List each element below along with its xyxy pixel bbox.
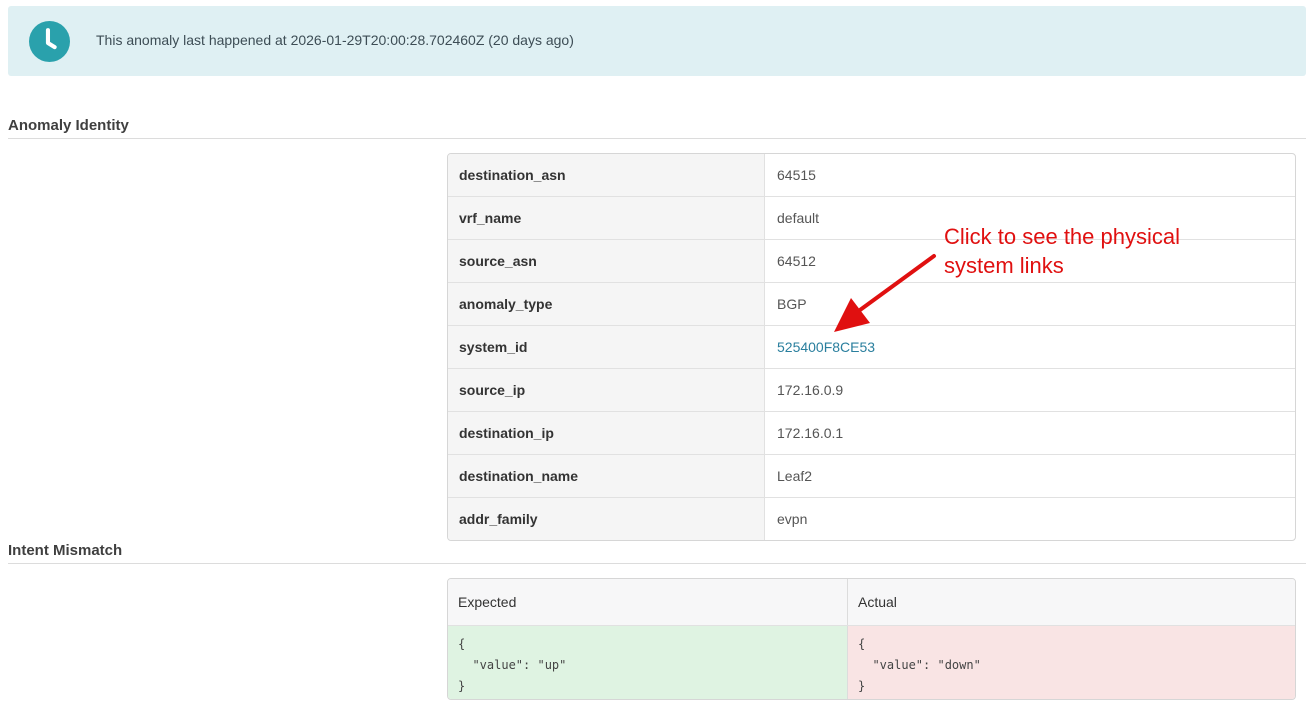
alert-text: This anomaly last happened at 2026-01-29…	[96, 32, 574, 48]
table-row: destination_asn 64515	[448, 154, 1295, 196]
clock-icon	[29, 21, 70, 62]
table-row: destination_name Leaf2	[448, 454, 1295, 497]
table-row: destination_ip 172.16.0.1	[448, 411, 1295, 454]
annotation-arrow	[834, 254, 936, 332]
row-value: BGP	[777, 296, 807, 312]
last-happened-alert: This anomaly last happened at 2026-01-29…	[8, 6, 1306, 76]
row-value: 64515	[777, 167, 816, 183]
row-key: addr_family	[448, 498, 765, 540]
annotation-callout: Click to see the physical system links	[944, 224, 1180, 278]
expected-column-header: Expected	[448, 579, 848, 625]
actual-value: { "value": "down" }	[858, 637, 981, 693]
row-key: destination_ip	[448, 412, 765, 454]
row-value: evpn	[777, 511, 808, 527]
row-key: source_asn	[448, 240, 765, 282]
row-key: source_ip	[448, 369, 765, 411]
intent-mismatch-table: Expected Actual { "value": "up" } { "val…	[447, 578, 1296, 700]
anomaly-identity-heading: Anomaly Identity	[8, 117, 1306, 139]
intent-mismatch-heading: Intent Mismatch	[8, 542, 1306, 564]
actual-column-header: Actual	[858, 594, 897, 610]
row-key: vrf_name	[448, 197, 765, 239]
expected-value: { "value": "up" }	[458, 637, 567, 693]
row-value: Leaf2	[777, 468, 813, 484]
row-value: 172.16.0.9	[777, 382, 844, 398]
row-value: 172.16.0.1	[777, 425, 844, 441]
row-key: destination_asn	[448, 154, 765, 196]
row-key: destination_name	[448, 455, 765, 497]
anomaly-identity-table: destination_asn 64515 vrf_name default s…	[447, 153, 1296, 541]
table-row: addr_family evpn	[448, 497, 1295, 540]
row-value: default	[777, 210, 820, 226]
row-key: anomaly_type	[448, 283, 765, 325]
table-row: source_ip 172.16.0.9	[448, 368, 1295, 411]
system-id-link[interactable]: 525400F8CE53	[777, 339, 875, 355]
row-value: 64512	[777, 253, 816, 269]
row-key: system_id	[448, 326, 765, 368]
